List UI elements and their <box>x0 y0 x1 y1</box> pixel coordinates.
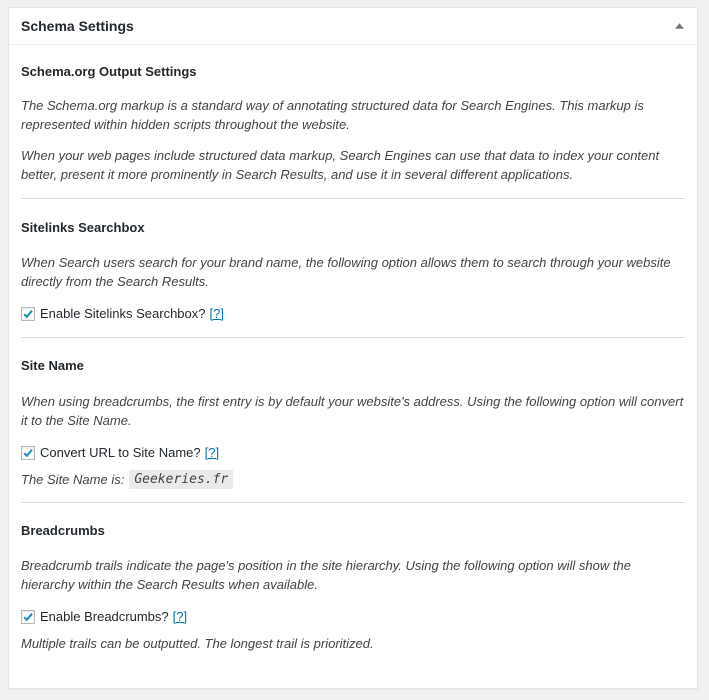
site-name-help-link[interactable]: [?] <box>205 445 219 460</box>
checkmark-icon <box>23 448 33 457</box>
site-name-heading: Site Name <box>21 358 84 373</box>
breadcrumbs-desc: Breadcrumb trails indicate the page's po… <box>21 558 631 592</box>
breadcrumbs-heading: Breadcrumbs <box>21 523 105 538</box>
site-name-display: The Site Name is: Geekeries.fr <box>21 470 685 489</box>
sitelinks-option: Enable Sitelinks Searchbox? [?] <box>21 306 685 321</box>
site-name-checkbox[interactable] <box>21 445 35 460</box>
section-divider <box>21 337 685 338</box>
sitelinks-checkbox-label[interactable]: Enable Sitelinks Searchbox? <box>40 306 206 321</box>
site-name-desc: When using breadcrumbs, the first entry … <box>21 394 684 428</box>
collapse-toggle-button[interactable] <box>671 18 687 34</box>
output-settings-heading: Schema.org Output Settings <box>21 64 197 79</box>
section-divider <box>21 198 685 199</box>
section-divider <box>21 502 685 503</box>
schema-settings-panel: Schema Settings Schema.org Output Settin… <box>8 7 698 689</box>
site-name-label: The Site Name is: <box>21 472 125 487</box>
breadcrumbs-help-link[interactable]: [?] <box>173 609 187 624</box>
output-settings-desc-1: The Schema.org markup is a standard way … <box>21 98 644 132</box>
breadcrumbs-option: Enable Breadcrumbs? [?] <box>21 609 685 624</box>
sitelinks-heading: Sitelinks Searchbox <box>21 220 145 235</box>
panel-title: Schema Settings <box>21 18 134 34</box>
panel-header: Schema Settings <box>9 8 697 45</box>
checkmark-icon <box>23 612 33 621</box>
output-settings-desc-2: When your web pages include structured d… <box>21 148 660 182</box>
sitelinks-help-link[interactable]: [?] <box>210 306 224 321</box>
site-name-option: Convert URL to Site Name? [?] <box>21 445 685 460</box>
checkmark-icon <box>23 309 33 318</box>
sitelinks-checkbox[interactable] <box>21 306 35 321</box>
sitelinks-desc: When Search users search for your brand … <box>21 255 671 289</box>
site-name-value: Geekeries.fr <box>129 470 234 489</box>
site-name-checkbox-label[interactable]: Convert URL to Site Name? <box>40 445 201 460</box>
breadcrumbs-checkbox-label[interactable]: Enable Breadcrumbs? <box>40 609 169 624</box>
breadcrumbs-note: Multiple trails can be outputted. The lo… <box>21 636 374 651</box>
breadcrumbs-checkbox[interactable] <box>21 609 35 624</box>
triangle-up-icon <box>674 23 684 29</box>
